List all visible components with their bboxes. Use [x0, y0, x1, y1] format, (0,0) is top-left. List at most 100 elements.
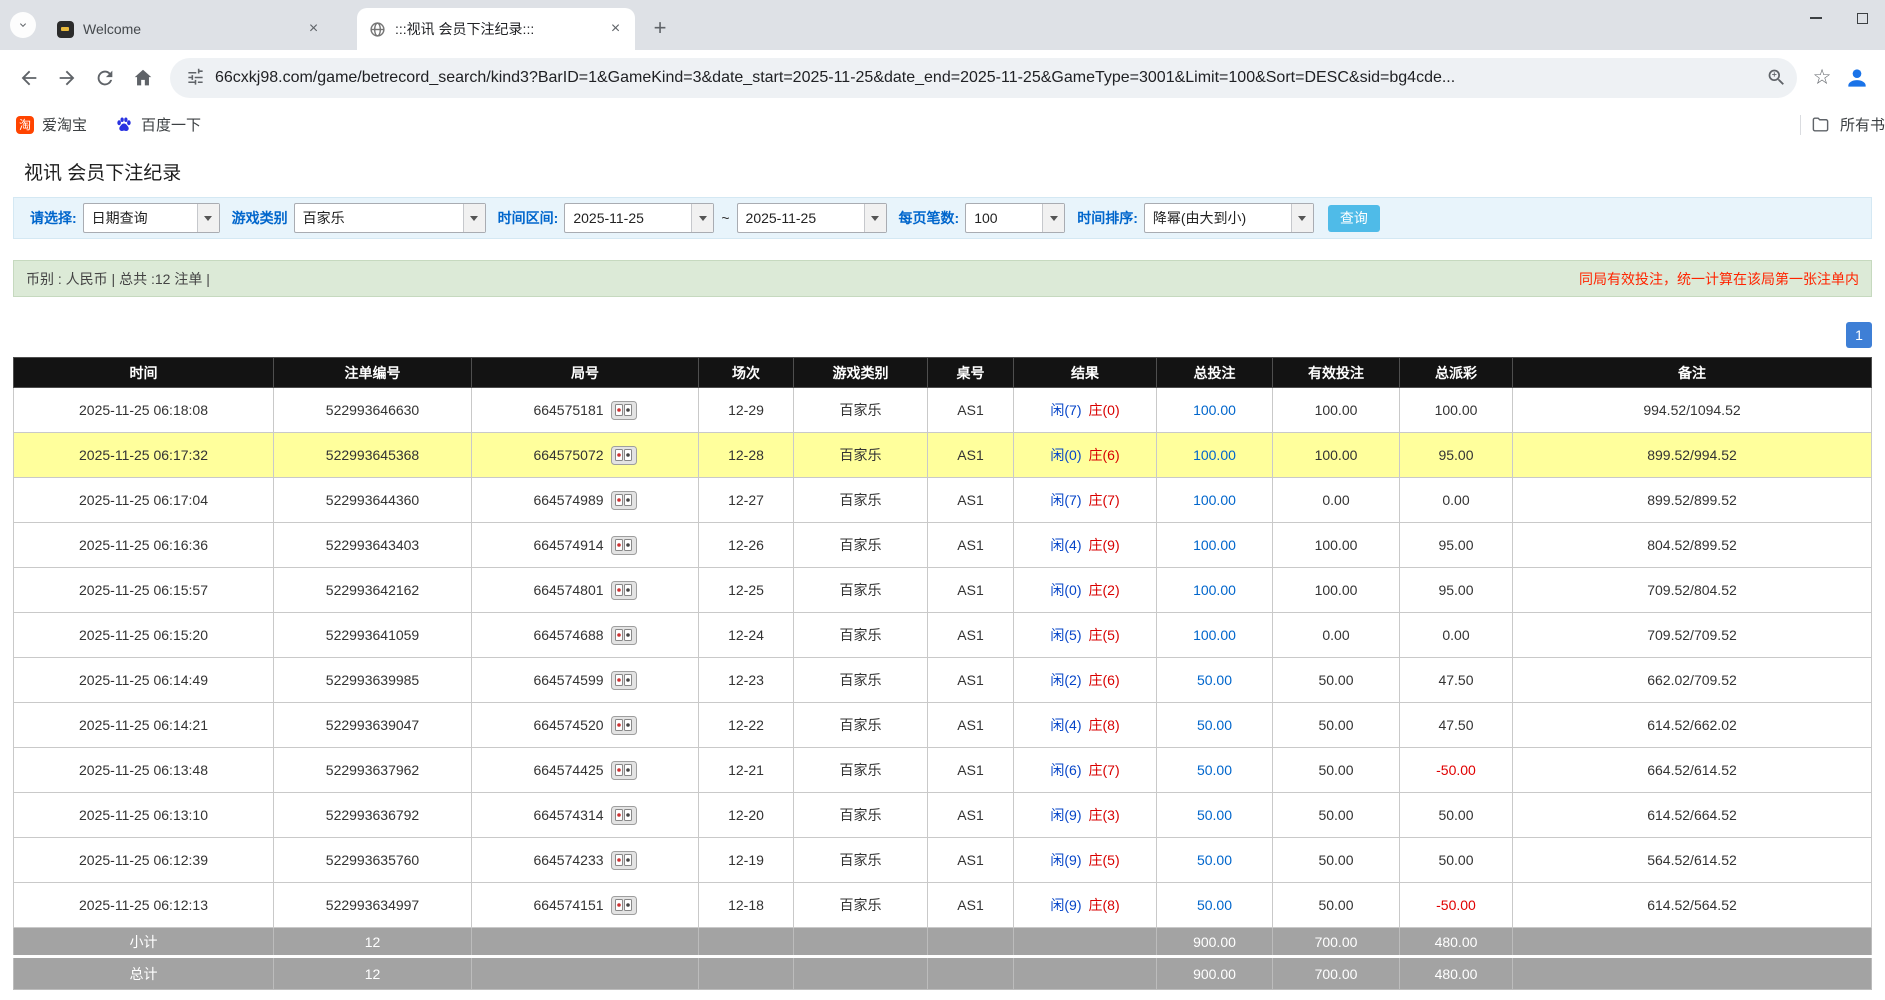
- cell-game: 百家乐: [794, 838, 928, 883]
- subtotal-total-bet: 900.00: [1157, 928, 1273, 957]
- browser-tab-betrecord[interactable]: :::视讯 会员下注纪录::: ×: [357, 8, 635, 50]
- replay-icon[interactable]: [611, 446, 637, 465]
- zoom-icon[interactable]: [1766, 67, 1787, 88]
- tab-close-icon[interactable]: ×: [304, 20, 323, 39]
- cell-time: 2025-11-25 06:17:32: [14, 433, 274, 478]
- dropdown-arrow-icon[interactable]: [197, 204, 219, 232]
- replay-icon[interactable]: [611, 491, 637, 510]
- subtotal-row: 小计 12 900.00 700.00 480.00: [14, 928, 1872, 957]
- table-row: 2025-11-25 06:16:36 522993643403 6645749…: [14, 523, 1872, 568]
- search-button[interactable]: 查询: [1328, 205, 1380, 232]
- cell-game: 百家乐: [794, 748, 928, 793]
- address-bar[interactable]: 66cxkj98.com/game/betrecord_search/kind3…: [170, 58, 1797, 98]
- bookmarks-bar: 淘 爱淘宝 百度一下 所有书: [0, 105, 1885, 144]
- dropdown-arrow-icon[interactable]: [691, 204, 713, 232]
- round-id-text: 664574314: [533, 807, 603, 823]
- cell-note: 804.52/899.52: [1513, 523, 1872, 568]
- date-start-select[interactable]: 2025-11-25: [564, 203, 714, 233]
- date-end-select[interactable]: 2025-11-25: [737, 203, 887, 233]
- cell-game: 百家乐: [794, 613, 928, 658]
- cell-payout: 50.00: [1400, 793, 1513, 838]
- home-button[interactable]: [124, 59, 162, 97]
- replay-icon[interactable]: [611, 716, 637, 735]
- cell-game: 百家乐: [794, 793, 928, 838]
- cell-session: 12-29: [699, 388, 794, 433]
- bookmark-taobao[interactable]: 淘 爱淘宝: [16, 114, 87, 135]
- cell-total-bet[interactable]: 50.00: [1157, 838, 1273, 883]
- folder-icon: [1811, 115, 1830, 134]
- new-tab-button[interactable]: +: [645, 13, 675, 43]
- page-size-label: 每页笔数:: [899, 208, 960, 228]
- separator: [1800, 115, 1801, 135]
- bookmarks-overflow[interactable]: 所有书: [1792, 114, 1885, 135]
- cell-bet-id: 522993639047: [274, 703, 472, 748]
- result-banker: 庄(8): [1089, 717, 1120, 733]
- replay-icon[interactable]: [611, 626, 637, 645]
- cell-payout: -50.00: [1400, 748, 1513, 793]
- dropdown-arrow-icon[interactable]: [1291, 204, 1313, 232]
- replay-icon[interactable]: [611, 896, 637, 915]
- cell-table: AS1: [928, 838, 1014, 883]
- column-header-round-id: 局号: [472, 358, 699, 388]
- result-banker: 庄(0): [1089, 402, 1120, 418]
- cell-total-bet[interactable]: 100.00: [1157, 613, 1273, 658]
- replay-icon[interactable]: [611, 401, 637, 420]
- cell-total-bet[interactable]: 100.00: [1157, 478, 1273, 523]
- cell-bet-id: 522993643403: [274, 523, 472, 568]
- cell-valid-bet: 100.00: [1273, 433, 1400, 478]
- tab-close-icon[interactable]: ×: [606, 20, 625, 39]
- cell-total-bet[interactable]: 100.00: [1157, 568, 1273, 613]
- browser-tab-welcome[interactable]: Welcome ×: [45, 8, 333, 50]
- cell-total-bet[interactable]: 50.00: [1157, 883, 1273, 928]
- profile-avatar-button[interactable]: [1839, 60, 1875, 96]
- cell-result: 闲(7)庄(7): [1014, 478, 1157, 523]
- cell-valid-bet: 100.00: [1273, 568, 1400, 613]
- query-type-select[interactable]: 日期查询: [83, 203, 220, 233]
- cell-note: 994.52/1094.52: [1513, 388, 1872, 433]
- dropdown-arrow-icon[interactable]: [864, 204, 886, 232]
- dropdown-arrow-icon[interactable]: [1042, 204, 1064, 232]
- tab-search-button[interactable]: [10, 12, 36, 38]
- page-number-button[interactable]: 1: [1846, 322, 1872, 348]
- page-size-select[interactable]: 100: [965, 203, 1065, 233]
- game-type-select[interactable]: 百家乐: [294, 203, 486, 233]
- pagination: 1: [13, 322, 1872, 348]
- url-text[interactable]: 66cxkj98.com/game/betrecord_search/kind3…: [215, 69, 1756, 87]
- cell-total-bet[interactable]: 50.00: [1157, 658, 1273, 703]
- bookmark-star-button[interactable]: ☆: [1805, 61, 1839, 95]
- result-player: 闲(9): [1050, 807, 1081, 823]
- table-row: 2025-11-25 06:17:04 522993644360 6645749…: [14, 478, 1872, 523]
- cell-time: 2025-11-25 06:13:48: [14, 748, 274, 793]
- minimize-button[interactable]: [1793, 0, 1839, 36]
- sort-select[interactable]: 降幂(由大到小): [1144, 203, 1314, 233]
- bookmark-baidu[interactable]: 百度一下: [115, 114, 201, 135]
- cell-time: 2025-11-25 06:14:49: [14, 658, 274, 703]
- replay-icon[interactable]: [611, 851, 637, 870]
- cell-total-bet[interactable]: 50.00: [1157, 703, 1273, 748]
- refresh-button[interactable]: [86, 59, 124, 97]
- dropdown-arrow-icon[interactable]: [463, 204, 485, 232]
- replay-icon[interactable]: [611, 806, 637, 825]
- cell-bet-id: 522993641059: [274, 613, 472, 658]
- cell-table: AS1: [928, 478, 1014, 523]
- round-id-text: 664575072: [533, 447, 603, 463]
- forward-button[interactable]: [48, 59, 86, 97]
- cell-total-bet[interactable]: 50.00: [1157, 748, 1273, 793]
- table-row: 2025-11-25 06:15:57 522993642162 6645748…: [14, 568, 1872, 613]
- empty-cell: [472, 957, 699, 990]
- cell-total-bet[interactable]: 100.00: [1157, 523, 1273, 568]
- column-header-bet-id: 注单编号: [274, 358, 472, 388]
- cell-total-bet[interactable]: 100.00: [1157, 388, 1273, 433]
- maximize-button[interactable]: [1839, 0, 1885, 36]
- cell-total-bet[interactable]: 100.00: [1157, 433, 1273, 478]
- replay-icon[interactable]: [611, 536, 637, 555]
- replay-icon[interactable]: [611, 761, 637, 780]
- replay-icon[interactable]: [611, 671, 637, 690]
- replay-icon[interactable]: [611, 581, 637, 600]
- cell-session: 12-24: [699, 613, 794, 658]
- result-banker: 庄(7): [1089, 492, 1120, 508]
- table-row: 2025-11-25 06:14:49 522993639985 6645745…: [14, 658, 1872, 703]
- cell-total-bet[interactable]: 50.00: [1157, 793, 1273, 838]
- empty-cell: [1014, 957, 1157, 990]
- back-button[interactable]: [10, 59, 48, 97]
